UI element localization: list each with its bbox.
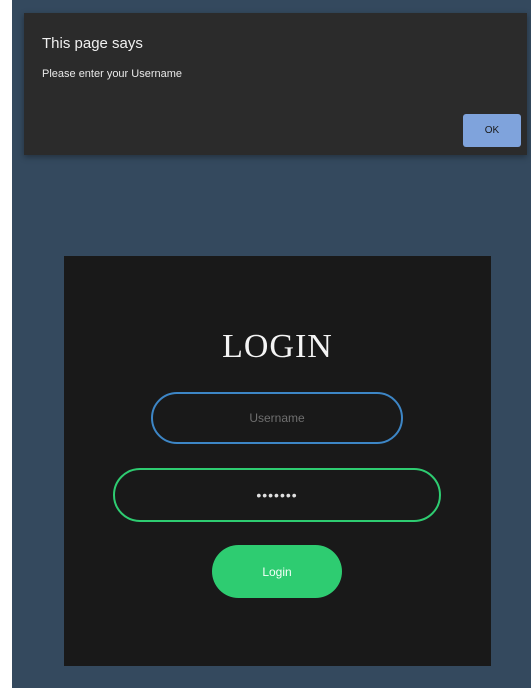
username-input[interactable]	[151, 392, 403, 444]
ok-button[interactable]: OK	[463, 114, 521, 147]
alert-title: This page says	[42, 35, 143, 52]
password-input[interactable]	[113, 468, 441, 522]
login-card: LOGIN Login	[64, 256, 491, 666]
login-button[interactable]: Login	[212, 545, 342, 598]
login-heading: LOGIN	[222, 328, 333, 365]
alert-dialog: This page says Please enter your Usernam…	[24, 13, 527, 155]
alert-message: Please enter your Username	[42, 68, 183, 80]
